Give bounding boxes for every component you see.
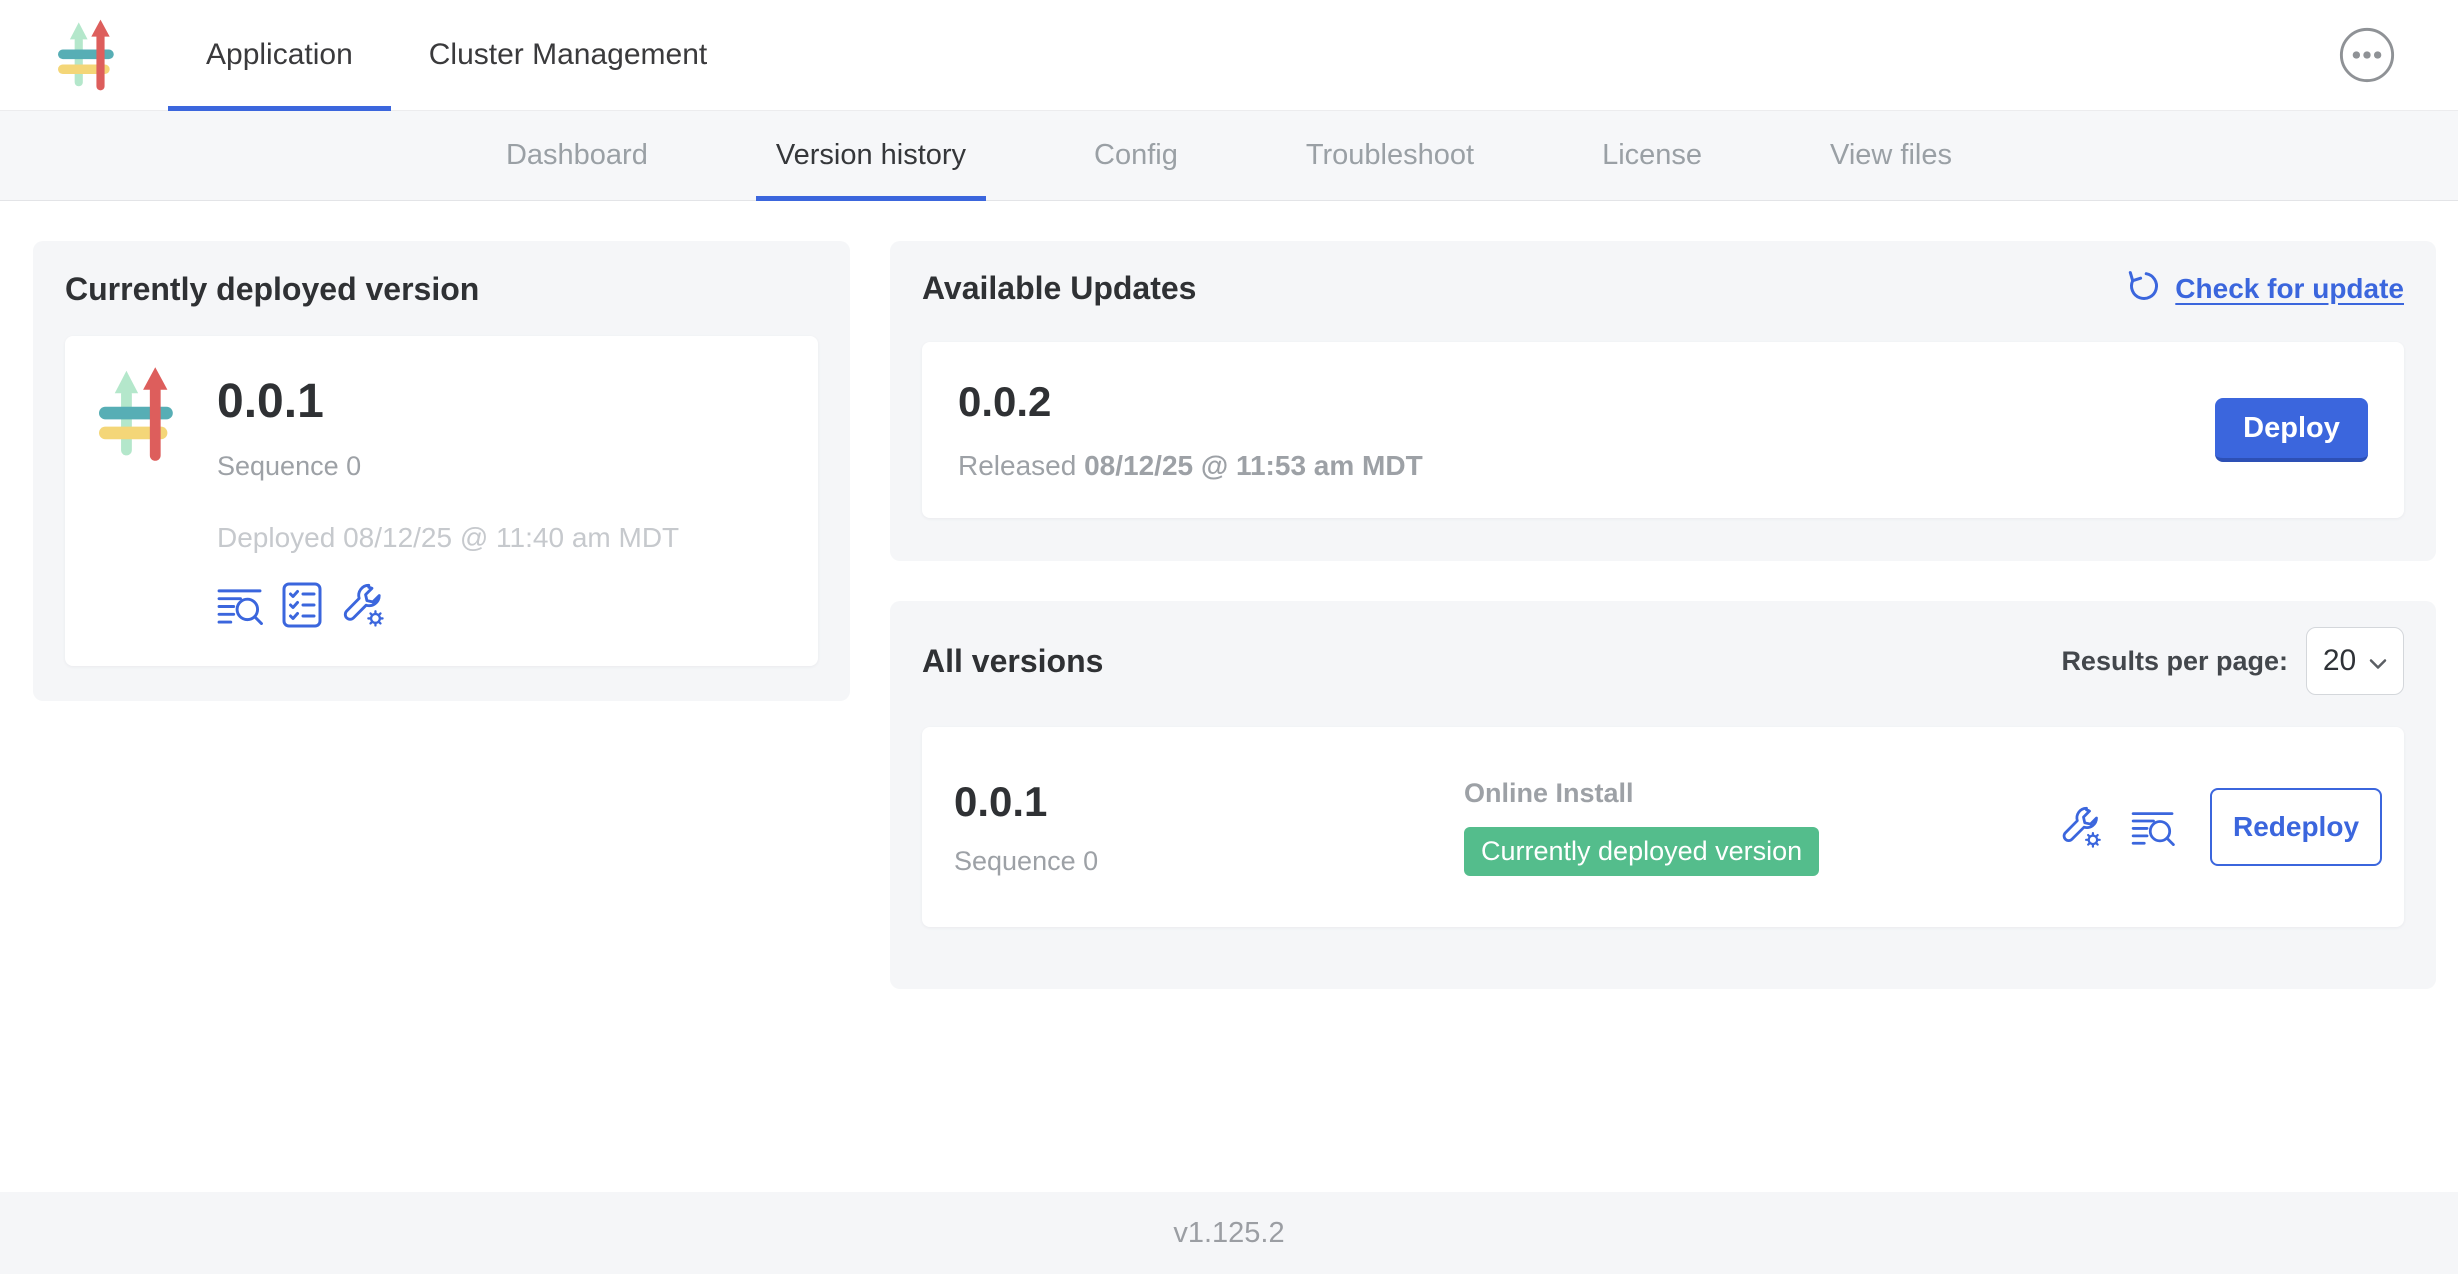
deployed-timestamp: Deployed 08/12/25 @ 11:40 am MDT	[217, 522, 679, 554]
subnav-item-version-history[interactable]: Version history	[756, 111, 986, 200]
subnav-version-history-label: Version history	[776, 139, 966, 172]
deployed-version-number: 0.0.1	[217, 374, 679, 429]
view-diff-icon[interactable]	[217, 586, 264, 625]
subnav-troubleshoot-label: Troubleshoot	[1306, 139, 1474, 172]
top-nav: Application Cluster Management	[168, 0, 745, 110]
redeploy-button[interactable]: Redeploy	[2210, 788, 2382, 866]
tab-cluster-management-label: Cluster Management	[429, 38, 707, 72]
app-header: Application Cluster Management	[0, 0, 2458, 111]
subnav-item-troubleshoot[interactable]: Troubleshoot	[1286, 111, 1494, 200]
check-for-update-label: Check for update	[2175, 273, 2404, 305]
deployed-version-panel: 0.0.1 Sequence 0 Deployed 08/12/25 @ 11:…	[65, 336, 818, 666]
console-version-label: v1.125.2	[1173, 1217, 1284, 1250]
overflow-menu-button[interactable]	[2338, 26, 2396, 84]
deployed-actions	[217, 582, 679, 628]
subnav-view-files-label: View files	[1830, 139, 1952, 172]
results-per-page-label: Results per page:	[2061, 646, 2288, 677]
all-versions-title: All versions	[922, 643, 1103, 680]
deployed-version-details: 0.0.1 Sequence 0 Deployed 08/12/25 @ 11:…	[217, 366, 679, 636]
subnav-item-config[interactable]: Config	[1074, 111, 1198, 200]
tab-application[interactable]: Application	[168, 0, 391, 110]
available-updates-card: Available Updates Check for update	[890, 241, 2436, 561]
app-subnav: Dashboard Version history Config Trouble…	[0, 111, 2458, 201]
footer: v1.125.2	[0, 1192, 2458, 1274]
admin-console-page: Application Cluster Management Dashboard…	[0, 0, 2458, 1274]
subnav-item-dashboard[interactable]: Dashboard	[486, 111, 668, 200]
preflight-checks-icon[interactable]	[282, 582, 322, 628]
row-sequence: Sequence 0	[954, 846, 1464, 877]
results-per-page-select[interactable]: 20	[2306, 627, 2404, 695]
right-column: Available Updates Check for update	[890, 241, 2436, 989]
ellipsis-circle-icon	[2338, 72, 2396, 87]
update-released-timestamp: Released 08/12/25 @ 11:53 am MDT	[958, 450, 1423, 482]
update-row: 0.0.2 Released 08/12/25 @ 11:53 am MDT D…	[922, 342, 2404, 518]
app-logo-icon	[58, 18, 126, 92]
results-per-page-value: 20	[2323, 644, 2356, 678]
deploy-button[interactable]: Deploy	[2215, 398, 2368, 462]
currently-deployed-card: Currently deployed version 0.0.1 Sequenc…	[33, 241, 850, 701]
refresh-icon	[2125, 267, 2161, 310]
subnav-config-label: Config	[1094, 139, 1178, 172]
app-version-icon	[99, 366, 189, 462]
deployed-status-badge: Currently deployed version	[1464, 827, 1819, 876]
check-for-update-link[interactable]: Check for update	[2125, 267, 2404, 310]
subnav-item-view-files[interactable]: View files	[1810, 111, 1972, 200]
deployed-sequence: Sequence 0	[217, 451, 679, 482]
version-row: 0.0.1 Sequence 0 Online Install Currentl…	[922, 727, 2404, 927]
row-version-number: 0.0.1	[954, 778, 1464, 826]
update-details: 0.0.2 Released 08/12/25 @ 11:53 am MDT	[958, 378, 1423, 482]
all-versions-card: All versions Results per page: 20	[890, 601, 2436, 989]
edit-config-icon[interactable]	[2059, 805, 2103, 849]
version-row-status: Online Install Currently deployed versio…	[1464, 778, 2059, 876]
subnav-dashboard-label: Dashboard	[506, 139, 648, 172]
subnav-item-license[interactable]: License	[1582, 111, 1722, 200]
view-diff-icon[interactable]	[2131, 809, 2176, 846]
chevron-down-icon	[2369, 644, 2387, 678]
tab-application-label: Application	[206, 38, 353, 72]
update-version-number: 0.0.2	[958, 378, 1423, 426]
edit-config-icon[interactable]	[340, 582, 386, 628]
currently-deployed-title: Currently deployed version	[65, 271, 818, 308]
tab-cluster-management[interactable]: Cluster Management	[391, 0, 745, 110]
version-row-version: 0.0.1 Sequence 0	[954, 778, 1464, 877]
subnav-license-label: License	[1602, 139, 1702, 172]
main-content: Currently deployed version 0.0.1 Sequenc…	[0, 201, 2458, 1192]
install-type-label: Online Install	[1464, 778, 2059, 809]
results-per-page: Results per page: 20	[2061, 627, 2404, 695]
available-updates-title: Available Updates	[922, 270, 1196, 307]
version-row-actions: Redeploy	[2059, 788, 2382, 866]
